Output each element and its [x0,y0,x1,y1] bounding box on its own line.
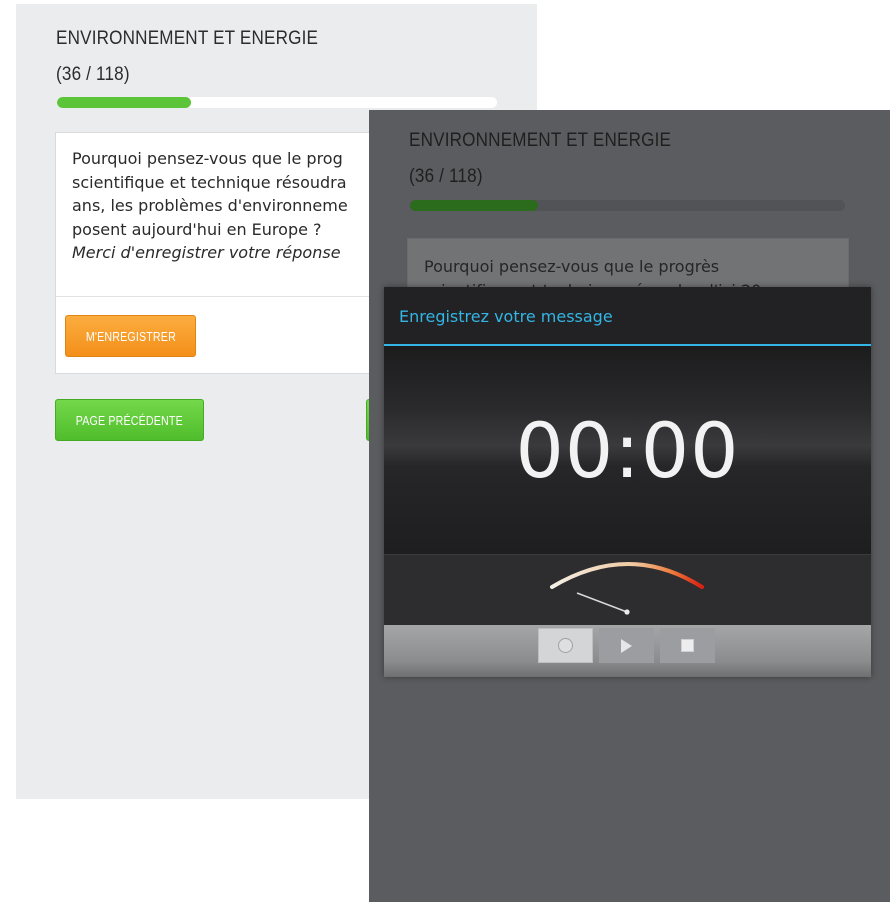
vu-meter-icon [550,562,704,615]
progress-bar [410,200,845,211]
record-control-button[interactable] [538,628,593,663]
previous-page-button-label: PAGE PRÉCÉDENTE [75,412,184,428]
category-title: ENVIRONNEMENT ET ENERGIE [56,28,319,49]
level-meter [384,554,871,626]
record-icon [558,638,573,653]
meter-pivot [624,609,630,615]
record-dialog: Enregistrez votre message 00:00 [384,287,871,677]
progress-bar-fill [57,97,192,108]
playback-controls [384,625,871,677]
stop-icon [681,639,694,652]
progress-bar-fill [410,200,538,211]
question-counter: (36 / 118) [56,64,130,85]
category-title: ENVIRONNEMENT ET ENERGIE [409,130,672,151]
timer-display: 00:00 [515,406,740,495]
record-answer-button-label: M'ENREGISTRER [85,328,176,344]
previous-page-button[interactable]: PAGE PRÉCÉDENTE [55,399,204,441]
stop-control-button[interactable] [660,628,715,663]
meter-arc [550,562,704,589]
record-answer-button[interactable]: M'ENREGISTRER [65,315,196,357]
progress-bar [57,97,497,108]
question-counter: (36 / 118) [409,166,483,187]
dialog-title: Enregistrez votre message [399,307,613,326]
question-line: Pourquoi pensez-vous que le progrès [424,257,720,276]
timer-panel: 00:00 [384,346,871,554]
play-icon [621,638,632,653]
meter-needle [576,592,628,613]
play-control-button[interactable] [599,628,654,663]
